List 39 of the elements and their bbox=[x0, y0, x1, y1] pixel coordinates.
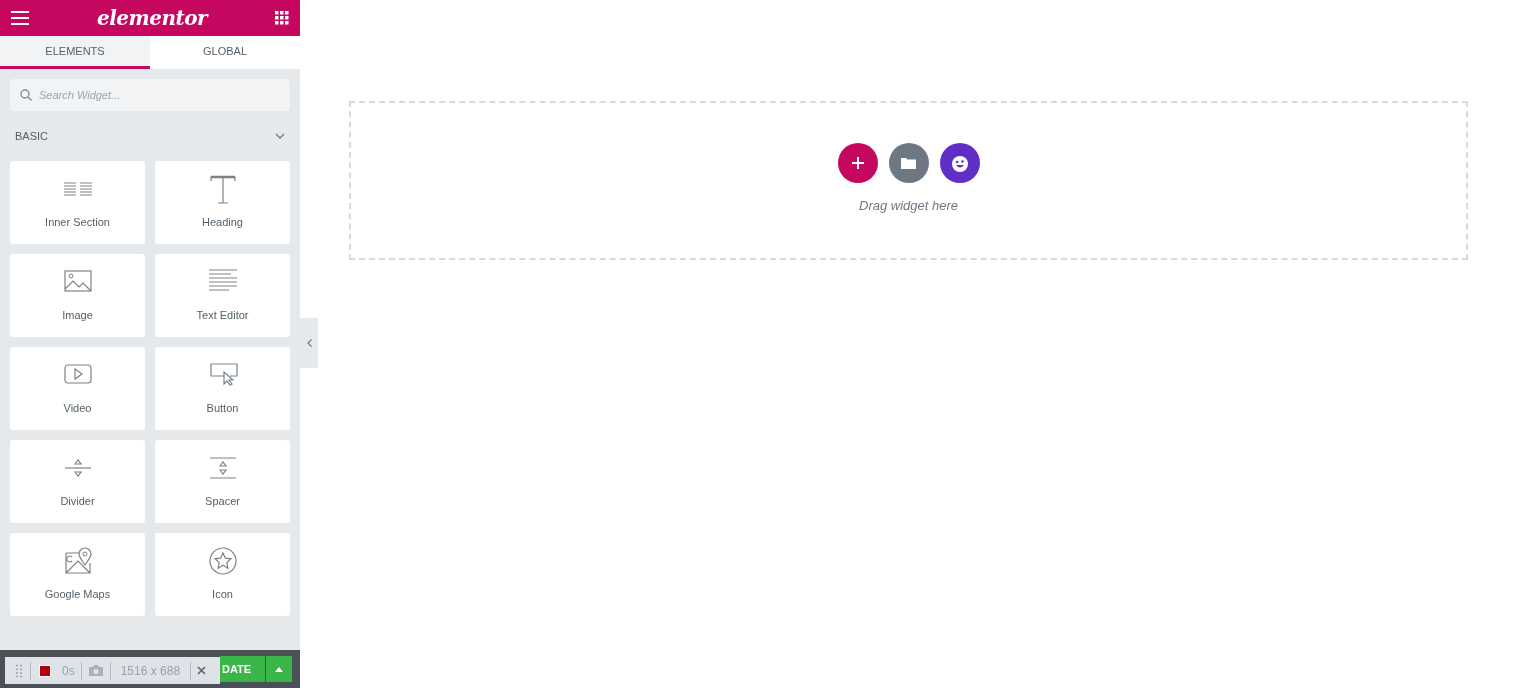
panel-tab[interactable]: GLOBAL bbox=[150, 36, 300, 69]
drag-handle-icon[interactable] bbox=[16, 663, 22, 678]
widget-card[interactable]: Heading bbox=[155, 161, 290, 244]
record-indicator[interactable] bbox=[39, 664, 51, 677]
columns-icon bbox=[62, 182, 93, 196]
chevron-left-icon bbox=[306, 339, 312, 347]
recording-size: 1516 x 688 bbox=[120, 662, 181, 680]
panel-tab[interactable]: ELEMENTS bbox=[0, 36, 150, 69]
plus-icon bbox=[851, 157, 864, 169]
widget-card[interactable]: Text Editor bbox=[155, 254, 290, 337]
widget-card[interactable]: Google Maps bbox=[10, 533, 145, 616]
search-input: Search Widget... bbox=[39, 86, 280, 104]
apps-grid-icon[interactable] bbox=[275, 11, 289, 25]
recording-time: 0s bbox=[62, 662, 75, 680]
search-icon bbox=[20, 89, 32, 101]
search-field[interactable]: Search Widget... bbox=[10, 79, 290, 111]
update-options-button[interactable] bbox=[266, 656, 292, 682]
widget-card[interactable]: Divider bbox=[10, 440, 145, 523]
widget-card[interactable]: Icon bbox=[155, 533, 290, 616]
category-title[interactable]: BASIC bbox=[15, 127, 48, 145]
map-pin-icon bbox=[62, 546, 93, 576]
serif-t-icon bbox=[207, 174, 238, 204]
drop-hint: Drag widget here bbox=[859, 197, 958, 215]
smiley-button[interactable] bbox=[939, 143, 980, 183]
close-icon[interactable] bbox=[197, 666, 207, 675]
smiley-icon bbox=[950, 154, 969, 172]
folder-icon bbox=[901, 157, 916, 169]
widget-card[interactable]: Button bbox=[155, 347, 290, 430]
add-section-button[interactable] bbox=[837, 143, 878, 183]
chevron-icon[interactable] bbox=[275, 133, 285, 139]
widget-card[interactable]: Video bbox=[10, 347, 145, 430]
caret-up-icon bbox=[275, 666, 283, 672]
widget-card[interactable]: Image bbox=[10, 254, 145, 337]
widget-card[interactable]: Inner Section bbox=[10, 161, 145, 244]
drop-area[interactable]: Drag widget here bbox=[349, 101, 1468, 260]
add-template-button[interactable] bbox=[888, 143, 929, 183]
menu-icon[interactable] bbox=[11, 11, 29, 25]
logo: elementor bbox=[96, 5, 208, 32]
widget-card[interactable]: Spacer bbox=[155, 440, 290, 523]
